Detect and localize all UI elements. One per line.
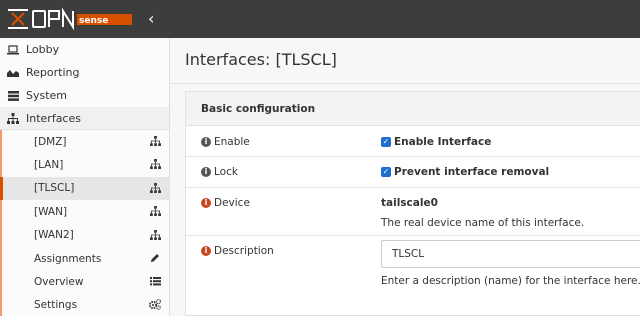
sitemap-icon xyxy=(149,182,161,194)
sidebar-item-label: Reporting xyxy=(26,66,80,79)
title-divider xyxy=(170,83,640,84)
sitemap-icon xyxy=(149,229,161,241)
sidebar-item-label: Assignments xyxy=(34,252,102,265)
sidebar-item-label: System xyxy=(26,89,68,102)
area-chart-icon xyxy=(6,66,20,80)
chevron-left-icon[interactable]: ‹ xyxy=(148,10,162,28)
sidebar-item-interfaces[interactable]: Interfaces xyxy=(0,107,169,130)
info-icon[interactable]: i xyxy=(201,198,211,208)
main-content: Interfaces: [TLSCL] Basic configuration … xyxy=(170,38,640,316)
sitemap-icon xyxy=(149,158,161,170)
cogs-icon xyxy=(149,299,161,311)
sidebar-item-label: [LAN] xyxy=(34,159,64,172)
sidebar-item-label: Overview xyxy=(34,276,84,289)
sidebar-item-system[interactable]: System xyxy=(0,84,169,107)
sidebar-item-settings[interactable]: Settings xyxy=(0,293,169,316)
sidebar-item-label: Settings xyxy=(34,299,78,312)
info-icon[interactable]: i xyxy=(201,137,211,147)
sidebar-item-wan2[interactable]: [WAN2] xyxy=(0,223,169,247)
sitemap-icon xyxy=(149,205,161,217)
device-label[interactable]: i Device xyxy=(201,197,250,209)
sidebar-item-dmz[interactable]: [DMZ] xyxy=(0,130,169,154)
device-help-text: The real device name of this interface. xyxy=(381,217,585,229)
description-input[interactable] xyxy=(381,240,640,268)
basic-configuration-panel: Basic configuration i Enable ✓ Enable In… xyxy=(185,91,640,316)
sidebar-item-label: Lobby xyxy=(26,43,60,56)
info-icon[interactable]: i xyxy=(201,167,211,177)
device-row: i Device tailscale0 The real device name… xyxy=(186,188,640,236)
sidebar-item-wan[interactable]: [WAN] xyxy=(0,200,169,224)
sitemap-icon xyxy=(149,135,161,147)
sitemap-icon xyxy=(6,111,20,125)
description-label[interactable]: i Description xyxy=(201,245,274,257)
laptop-icon xyxy=(6,43,20,57)
description-help-text: Enter a description (name) for the inter… xyxy=(381,275,640,287)
panel-title: Basic configuration xyxy=(186,92,640,126)
lock-label[interactable]: i Lock xyxy=(201,166,238,178)
sidebar-item-label: Interfaces xyxy=(26,111,81,125)
enable-label[interactable]: i Enable xyxy=(201,136,250,148)
checkbox-checked-icon[interactable]: ✓ xyxy=(381,167,391,177)
prevent-removal-checkbox[interactable]: ✓ Prevent interface removal xyxy=(381,166,549,178)
sidebar-item-label: [TLSCL] xyxy=(34,182,75,195)
sidebar-item-label: [DMZ] xyxy=(34,135,67,148)
opnsense-logo[interactable]: sense xyxy=(6,7,136,31)
lock-row: i Lock ✓ Prevent interface removal xyxy=(186,157,640,188)
sidebar-item-tlscl[interactable]: [TLSCL] xyxy=(0,176,169,201)
page-title: Interfaces: [TLSCL] xyxy=(185,50,337,69)
pencil-icon xyxy=(149,252,161,264)
sidebar-item-lan[interactable]: [LAN] xyxy=(0,153,169,177)
sidebar-item-label: [WAN] xyxy=(34,205,68,218)
server-icon xyxy=(6,89,20,103)
svg-text:sense: sense xyxy=(79,16,108,26)
sidebar-item-lobby[interactable]: Lobby xyxy=(0,38,169,61)
device-value: tailscale0 xyxy=(381,197,438,209)
checkbox-checked-icon[interactable]: ✓ xyxy=(381,137,391,147)
sidebar-item-reporting[interactable]: Reporting xyxy=(0,61,169,84)
sidebar-item-label: [WAN2] xyxy=(34,229,74,242)
sidebar-item-assignments[interactable]: Assignments xyxy=(0,246,169,271)
info-icon[interactable]: i xyxy=(201,246,211,256)
enable-row: i Enable ✓ Enable Interface xyxy=(186,127,640,157)
sidebar: Lobby Reporting System Interfaces [DMZ] … xyxy=(0,38,170,316)
list-icon xyxy=(149,275,161,287)
enable-interface-checkbox[interactable]: ✓ Enable Interface xyxy=(381,136,491,148)
description-row: i Description Enter a description (name)… xyxy=(186,236,640,296)
top-navbar: sense ‹ xyxy=(0,0,640,38)
sidebar-item-overview[interactable]: Overview xyxy=(0,270,169,294)
